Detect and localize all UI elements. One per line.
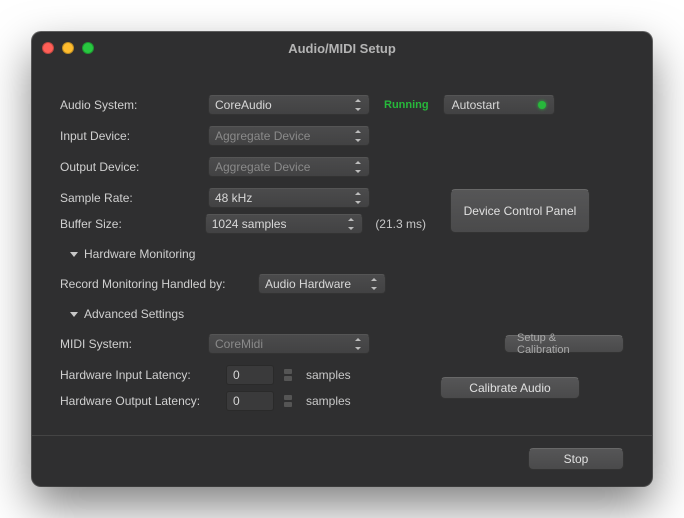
stop-button[interactable]: Stop bbox=[528, 448, 624, 470]
input-device-select[interactable]: Aggregate Device bbox=[208, 126, 370, 146]
disclosure-triangle-icon bbox=[70, 312, 78, 317]
disclosure-triangle-icon bbox=[70, 252, 78, 257]
hw-output-latency-input[interactable]: 0 bbox=[226, 391, 274, 411]
buffer-size-select[interactable]: 1024 samples bbox=[205, 214, 364, 234]
chevron-updown-icon bbox=[353, 192, 363, 204]
advanced-settings-toggle[interactable]: Advanced Settings bbox=[60, 302, 624, 326]
buffer-size-value: 1024 samples bbox=[212, 217, 287, 231]
autostart-label: Autostart bbox=[452, 98, 500, 112]
audio-system-select[interactable]: CoreAudio bbox=[208, 95, 370, 115]
chevron-updown-icon bbox=[353, 161, 363, 173]
advanced-settings-label: Advanced Settings bbox=[84, 307, 184, 321]
midi-system-select[interactable]: CoreMidi bbox=[208, 334, 370, 354]
audio-system-value: CoreAudio bbox=[215, 98, 272, 112]
hw-output-latency-stepper[interactable] bbox=[284, 394, 294, 408]
hw-input-latency-label: Hardware Input Latency: bbox=[60, 368, 218, 382]
minimize-icon[interactable] bbox=[62, 42, 74, 54]
zoom-icon[interactable] bbox=[82, 42, 94, 54]
hw-input-latency-input[interactable]: 0 bbox=[226, 365, 274, 385]
sample-rate-select[interactable]: 48 kHz bbox=[208, 188, 370, 208]
midi-system-value: CoreMidi bbox=[215, 337, 263, 351]
window-controls bbox=[42, 42, 94, 54]
midi-system-label: MIDI System: bbox=[60, 337, 200, 351]
hw-input-latency-stepper[interactable] bbox=[284, 368, 294, 382]
hw-input-latency-value: 0 bbox=[233, 368, 240, 382]
input-device-value: Aggregate Device bbox=[215, 129, 310, 143]
hw-output-latency-value: 0 bbox=[233, 394, 240, 408]
sample-rate-value: 48 kHz bbox=[215, 191, 252, 205]
chevron-updown-icon bbox=[353, 338, 363, 350]
chevron-updown-icon bbox=[353, 99, 363, 111]
buffer-ms-text: (21.3 ms) bbox=[371, 217, 430, 231]
calibrate-audio-button[interactable]: Calibrate Audio bbox=[440, 377, 580, 399]
record-monitoring-label: Record Monitoring Handled by: bbox=[60, 277, 250, 291]
output-device-label: Output Device: bbox=[60, 160, 200, 174]
input-device-label: Input Device: bbox=[60, 129, 200, 143]
hardware-monitoring-toggle[interactable]: Hardware Monitoring bbox=[60, 242, 624, 266]
status-running: Running bbox=[378, 99, 435, 111]
window-title: Audio/MIDI Setup bbox=[32, 41, 652, 56]
samples-unit: samples bbox=[302, 368, 358, 382]
audio-system-label: Audio System: bbox=[60, 98, 200, 112]
close-icon[interactable] bbox=[42, 42, 54, 54]
record-monitoring-value: Audio Hardware bbox=[265, 277, 351, 291]
device-control-panel-button[interactable]: Device Control Panel bbox=[450, 189, 590, 233]
hardware-monitoring-label: Hardware Monitoring bbox=[84, 247, 195, 261]
buffer-size-label: Buffer Size: bbox=[60, 217, 197, 231]
output-device-value: Aggregate Device bbox=[215, 160, 310, 174]
hw-output-latency-label: Hardware Output Latency: bbox=[60, 394, 218, 408]
audio-midi-setup-window: Audio/MIDI Setup Audio System: CoreAudio… bbox=[32, 32, 652, 486]
autostart-toggle[interactable]: Autostart bbox=[443, 95, 555, 115]
chevron-updown-icon bbox=[369, 278, 379, 290]
record-monitoring-select[interactable]: Audio Hardware bbox=[258, 274, 386, 294]
sample-rate-label: Sample Rate: bbox=[60, 191, 200, 205]
output-device-select[interactable]: Aggregate Device bbox=[208, 157, 370, 177]
chevron-updown-icon bbox=[353, 130, 363, 142]
setup-calibration-label: Setup & Calibration bbox=[504, 335, 624, 353]
chevron-updown-icon bbox=[346, 218, 356, 230]
samples-unit: samples bbox=[302, 394, 358, 408]
radio-on-icon bbox=[538, 101, 546, 109]
titlebar: Audio/MIDI Setup bbox=[32, 32, 652, 64]
footer: Stop bbox=[32, 435, 652, 486]
